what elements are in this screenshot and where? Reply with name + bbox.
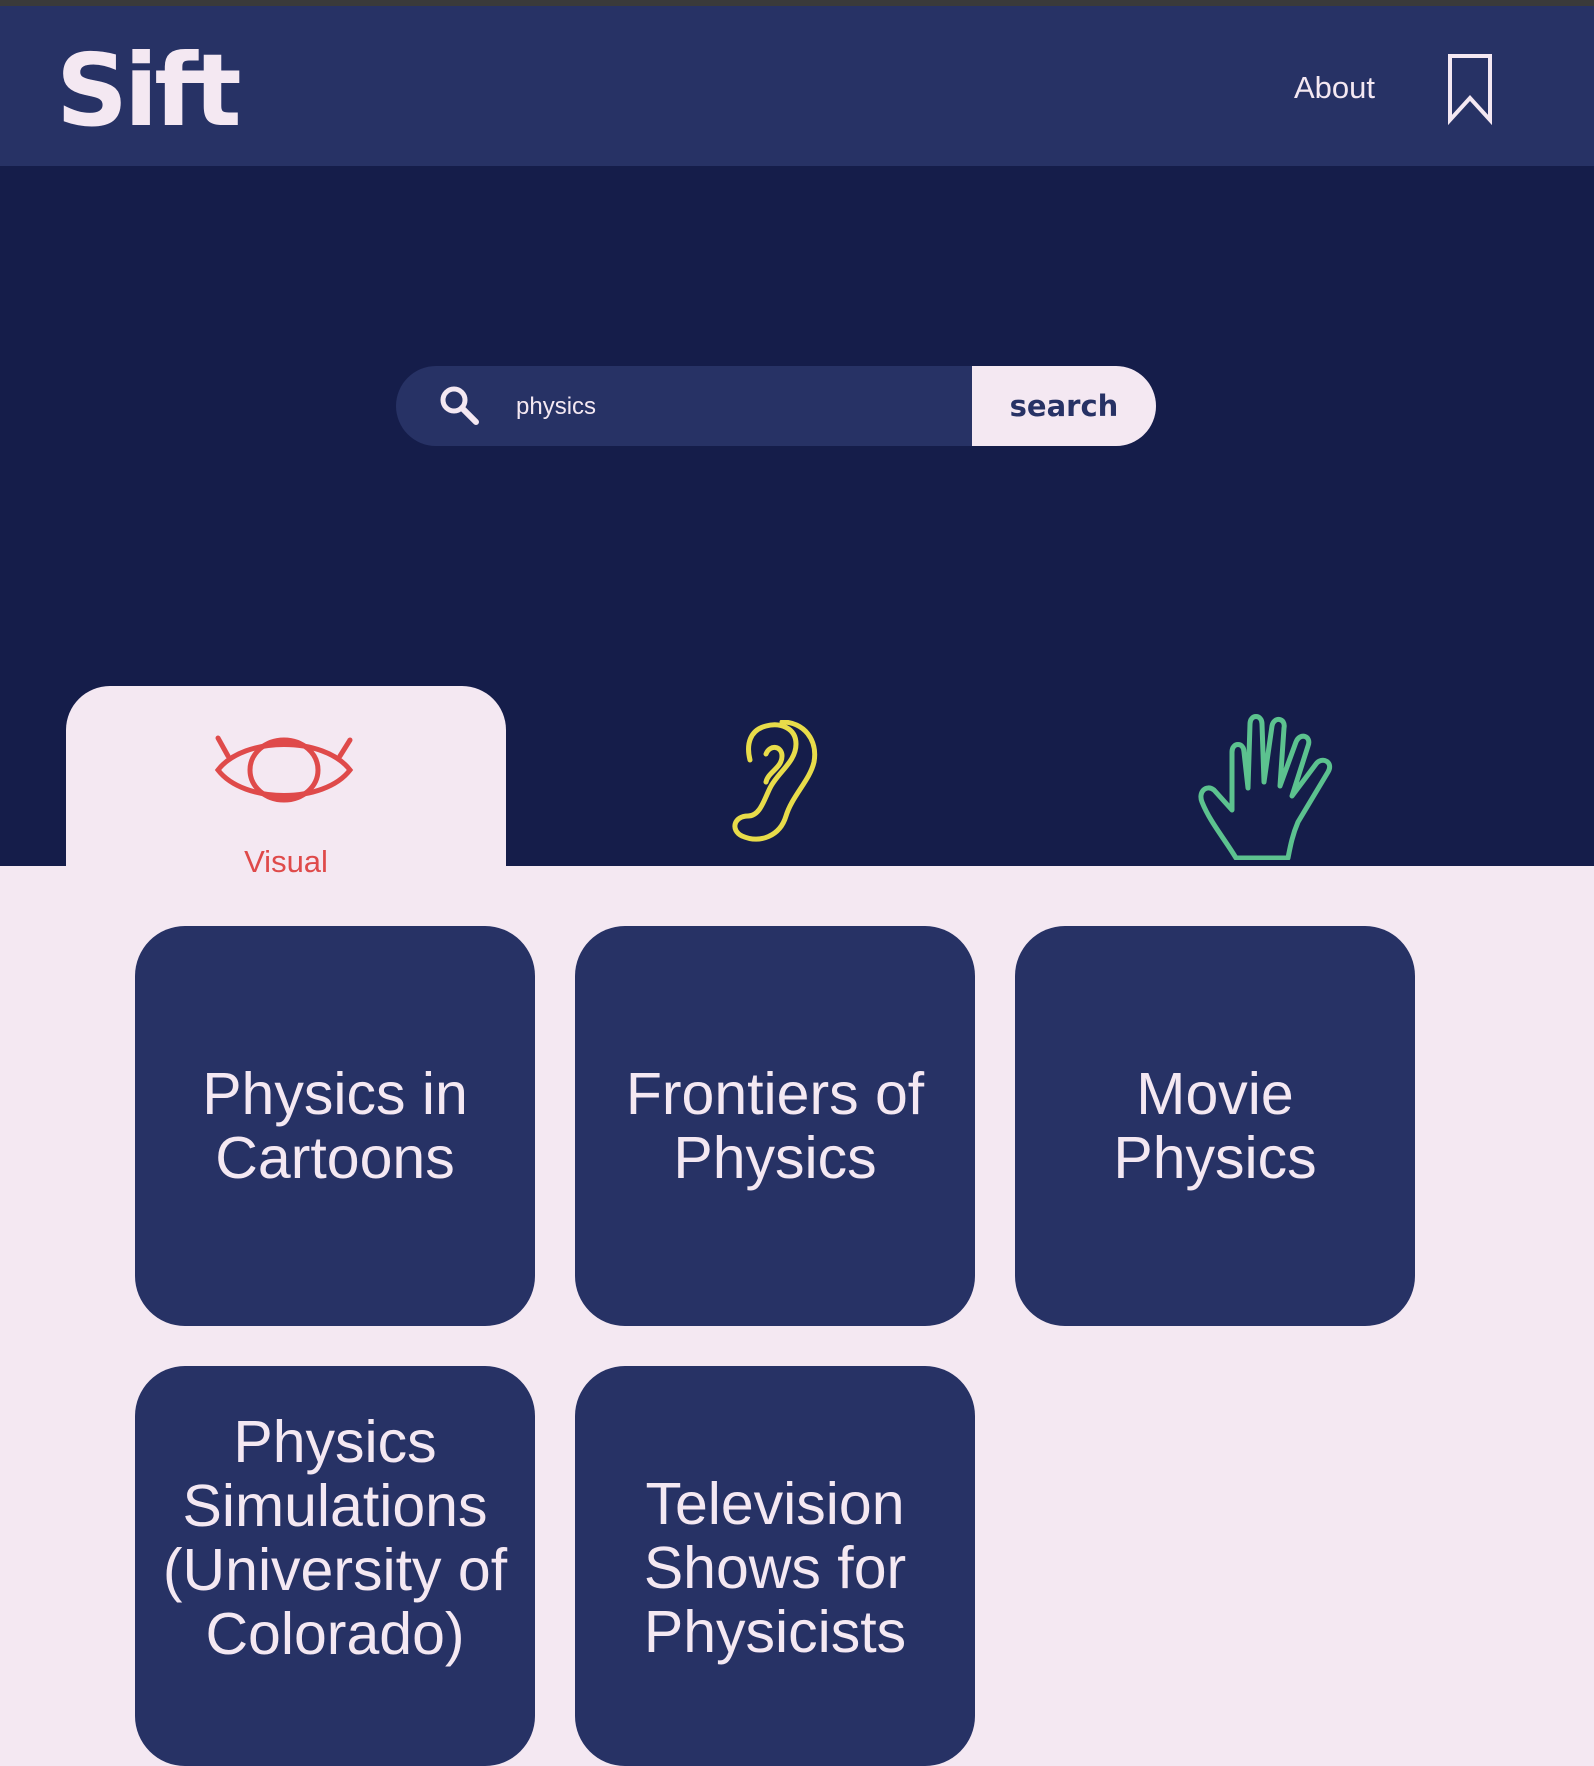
sift-logo[interactable]: Sift [56, 36, 242, 146]
result-card-title: Television Shows for Physicists [643, 1471, 907, 1665]
site-header: Sift About [0, 6, 1594, 166]
hand-icon[interactable] [1196, 712, 1336, 860]
result-card-title: Physics in Cartoons [202, 1061, 468, 1191]
tab-visual[interactable]: Visual [66, 686, 506, 886]
result-card-title: Physics Simulations (University of Color… [162, 1409, 508, 1667]
result-card[interactable]: Movie Physics [1015, 926, 1415, 1326]
tab-visual-label: Visual [244, 844, 328, 879]
about-link[interactable]: About [1294, 68, 1375, 108]
result-card-title: Movie Physics [1113, 1061, 1317, 1191]
bookmark-icon[interactable] [1446, 52, 1494, 126]
result-card[interactable]: Television Shows for Physicists [575, 1366, 975, 1766]
search-button[interactable]: search [972, 366, 1156, 446]
result-card[interactable]: Physics in Cartoons [135, 926, 535, 1326]
result-card[interactable]: Frontiers of Physics [575, 926, 975, 1326]
search-input[interactable] [514, 380, 958, 434]
result-card[interactable]: Physics Simulations (University of Color… [135, 1366, 535, 1766]
search-bar: search [396, 366, 1156, 446]
eye-icon [214, 735, 354, 803]
result-card-title: Frontiers of Physics [625, 1061, 925, 1191]
ear-icon[interactable] [720, 720, 830, 850]
search-icon [440, 386, 479, 425]
